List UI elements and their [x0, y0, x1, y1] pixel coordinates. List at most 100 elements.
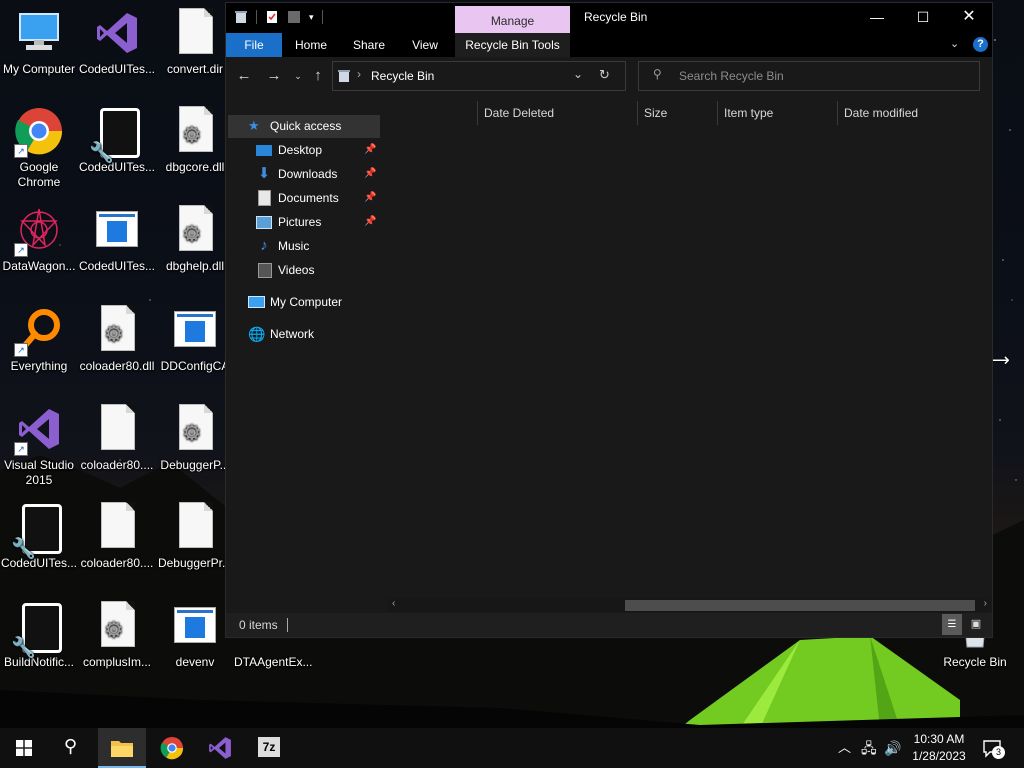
gear-icon: ⚙	[182, 420, 202, 445]
scroll-right-icon[interactable]: ›	[984, 598, 987, 609]
forward-button[interactable]: →	[264, 65, 284, 87]
up-button[interactable]: ↑	[308, 65, 328, 87]
7zip-icon: 7z	[258, 737, 280, 757]
tab-home[interactable]: Home	[288, 33, 334, 57]
help-icon[interactable]: ?	[973, 37, 988, 52]
scrollbar-thumb[interactable]	[625, 600, 975, 611]
taskbar-chrome[interactable]	[148, 728, 196, 768]
scroll-left-icon[interactable]: ‹	[392, 598, 395, 609]
maximize-button[interactable]: ☐	[900, 3, 946, 33]
pin-icon[interactable]: 📌	[364, 139, 376, 161]
taskbar-file-explorer[interactable]	[98, 728, 146, 768]
refresh-icon[interactable]: ↻	[599, 67, 610, 83]
pin-icon[interactable]: 📌	[364, 187, 376, 209]
desktop-icon-label: complusIm...	[82, 655, 151, 669]
desktop-icon-coloader80-a[interactable]: coloader80....	[78, 404, 156, 473]
desktop-icon-debuggerp[interactable]: ⚙ DebuggerP...	[156, 404, 234, 473]
blank-file-icon	[92, 502, 142, 552]
windows-logo-icon	[16, 740, 32, 756]
visual-studio-icon	[92, 8, 142, 58]
column-header-date-modified[interactable]: Date modified	[837, 101, 982, 125]
pin-icon[interactable]: 📌	[364, 211, 376, 233]
taskbar-visual-studio[interactable]	[196, 728, 244, 768]
chrome-icon	[160, 736, 184, 760]
customize-toolbar-chevron-icon[interactable]: ▾	[309, 12, 314, 23]
address-history-chevron-icon[interactable]: ⌄	[573, 67, 583, 81]
desktop-icon-complusim[interactable]: ⚙ complusIm...	[78, 601, 156, 670]
breadcrumb-recycle-bin[interactable]: Recycle Bin	[371, 69, 434, 83]
network-tray-icon[interactable]: 🖧	[861, 728, 877, 768]
desktop-icon-ddconfigca[interactable]: DDConfigCA	[156, 305, 234, 374]
desktop-icon-codeduitest-3[interactable]: CodedUITes...	[78, 205, 156, 274]
desktop-icon-visual-studio-2015[interactable]: ↗ Visual Studio 2015	[0, 404, 78, 488]
desktop-icon-datawagon[interactable]: ↗ DataWagon...	[0, 205, 78, 274]
tab-share[interactable]: Share	[346, 33, 392, 57]
file-list-pane[interactable]	[384, 97, 992, 611]
column-header-date-deleted[interactable]: Date Deleted	[477, 101, 636, 125]
blank-file-icon	[170, 502, 220, 552]
large-icons-view-button[interactable]: ▣	[966, 614, 986, 635]
volume-icon[interactable]: 🔊	[884, 728, 901, 768]
desktop-icon-buildnotification[interactable]: BuildNotific...	[0, 601, 78, 670]
videos-icon	[258, 263, 272, 278]
nav-item-pictures[interactable]: Pictures 📌	[256, 211, 382, 233]
nav-item-desktop[interactable]: Desktop 📌	[256, 139, 382, 161]
tab-manage[interactable]: Manage	[455, 6, 570, 33]
computer-icon	[14, 8, 64, 58]
desktop-icon-codeduitest-2[interactable]: CodedUITes...	[78, 106, 156, 175]
file-explorer-window[interactable]: ▾ Manage Recycle Bin — ☐ ✕ File Home Sha…	[225, 2, 993, 638]
desktop-icon-label: dbgcore.dll	[165, 160, 225, 174]
properties-icon[interactable]	[265, 10, 279, 24]
desktop-icon-google-chrome[interactable]: ↗ Google Chrome	[0, 106, 78, 190]
close-button[interactable]: ✕	[946, 3, 992, 33]
desktop-icon-dbgcore-dll[interactable]: ⚙ dbgcore.dll	[156, 106, 234, 175]
address-bar[interactable]: › Recycle Bin ⌄ ↻	[332, 61, 626, 91]
back-button[interactable]: ←	[234, 65, 254, 87]
taskbar-7zip[interactable]: 7z	[246, 728, 294, 768]
minimize-button[interactable]: —	[854, 3, 900, 33]
nav-item-documents[interactable]: Documents 📌	[256, 187, 382, 209]
new-folder-icon[interactable]	[287, 10, 301, 24]
search-box[interactable]: ⚲	[638, 61, 980, 91]
column-header-size[interactable]: Size	[637, 101, 716, 125]
recent-locations-chevron-icon[interactable]: ⌄	[288, 65, 308, 87]
title-bar[interactable]: ▾ Manage Recycle Bin — ☐ ✕	[226, 3, 992, 33]
tab-view[interactable]: View	[402, 33, 448, 57]
shortcut-arrow-icon: ↗	[14, 442, 28, 456]
dll-file-icon: ⚙	[170, 404, 220, 454]
start-button[interactable]	[0, 728, 48, 768]
details-view-button[interactable]: ☰	[942, 614, 962, 635]
desktop-icon-everything[interactable]: ↗ Everything	[0, 305, 78, 374]
show-hidden-icons-chevron-icon[interactable]: ︿	[838, 728, 851, 768]
desktop-icon-convert-dir[interactable]: convert.dir	[156, 8, 234, 77]
horizontal-scrollbar[interactable]: ‹ ›	[388, 598, 990, 612]
search-button[interactable]: ⚲	[48, 728, 96, 768]
clock-date: 1/28/2023	[912, 749, 966, 763]
desktop-icon-coloader80-b[interactable]: coloader80....	[78, 502, 156, 571]
desktop-icon-coloader80-dll[interactable]: ⚙ coloader80.dll	[78, 305, 156, 374]
desktop-icon-codeduitest-1[interactable]: CodedUITes...	[78, 8, 156, 77]
search-input[interactable]	[677, 67, 971, 85]
shortcut-arrow-icon: ↗	[14, 343, 28, 357]
documents-icon	[258, 190, 271, 206]
clock[interactable]: 10:30 AM 1/28/2023	[904, 731, 974, 765]
desktop-icon-devenv[interactable]: devenv	[156, 601, 234, 670]
desktop-icon-my-computer[interactable]: My Computer	[0, 8, 78, 77]
action-center-button[interactable]: 3	[982, 738, 1005, 759]
window-title: Recycle Bin	[584, 10, 648, 24]
network-icon: 🌐	[248, 326, 266, 342]
wrench-document-icon	[89, 106, 142, 161]
desktop-icon-dbghelp-dll[interactable]: ⚙ dbghelp.dll	[156, 205, 234, 274]
column-header-item-type[interactable]: Item type	[717, 101, 836, 125]
desktop-icon-label: Everything	[10, 359, 68, 373]
desktop-icon-label: Recycle Bin	[943, 655, 1007, 669]
expand-ribbon-chevron-icon[interactable]: ⌄	[950, 37, 959, 50]
pin-icon[interactable]: 📌	[364, 163, 376, 185]
tab-file[interactable]: File	[226, 33, 282, 57]
nav-item-downloads[interactable]: ⬇ Downloads 📌	[256, 163, 382, 185]
tab-recycle-bin-tools[interactable]: Recycle Bin Tools	[455, 33, 570, 57]
nav-item-label: Network	[270, 327, 315, 341]
desktop-icon-codeduitest-4[interactable]: CodedUITes...	[0, 502, 78, 571]
recycle-bin-small-icon[interactable]	[234, 10, 248, 24]
desktop-icon-debuggerpr[interactable]: DebuggerPr...	[156, 502, 234, 571]
